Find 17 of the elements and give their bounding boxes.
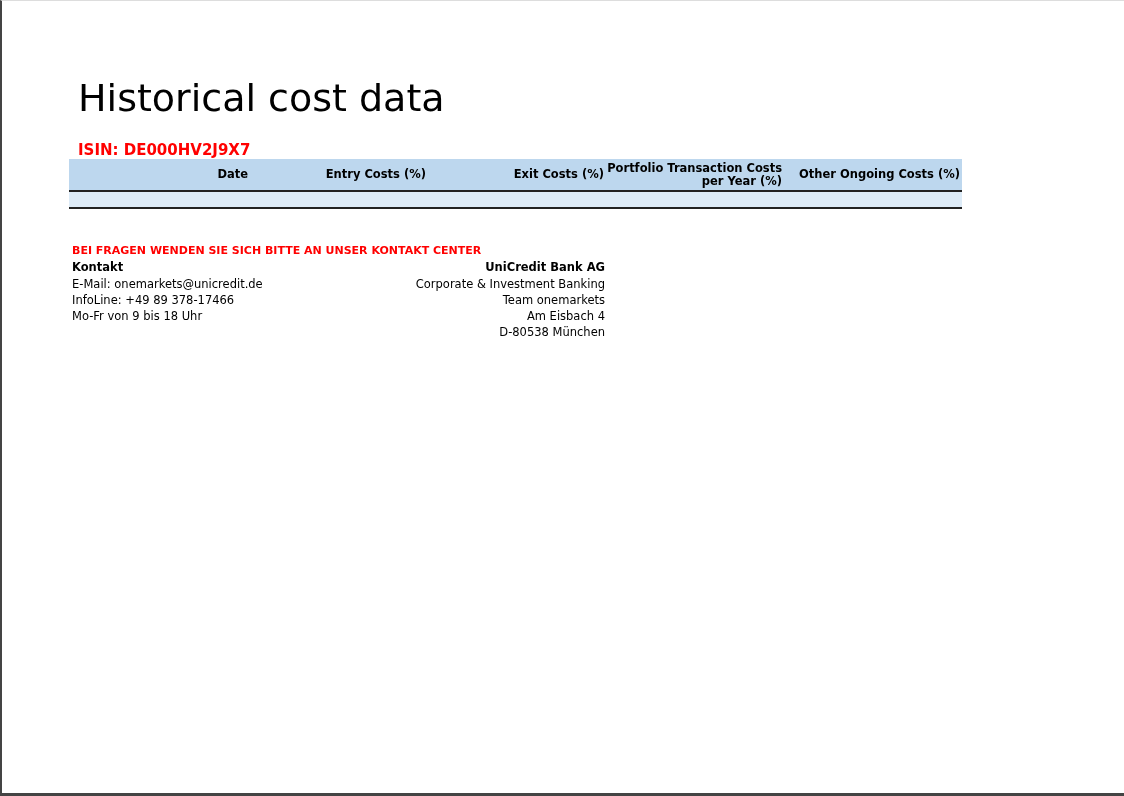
column-header: Date [216, 168, 249, 181]
column-header: Other Ongoing Costs (%) [798, 168, 961, 181]
column-header: Entry Costs (%) [324, 168, 427, 181]
contact-line: Mo-Fr von 9 bis 18 Uhr [72, 308, 203, 325]
contact-line: D-80538 München [499, 324, 605, 341]
contact-line: Corporate & Investment Banking [415, 275, 605, 292]
contact-heading: UniCredit Bank AG [485, 259, 605, 276]
column-header: Portfolio Transaction Costs per Year (%) [606, 161, 783, 188]
column-header: Exit Costs (%) [512, 168, 605, 181]
contact-notice: BEI FRAGEN WENDEN SIE SICH BITTE AN UNSER KONTAKT CENTER [72, 243, 483, 259]
contact-line: Am Eisbach 4 [526, 308, 605, 325]
contact-line: Team onemarkets [502, 291, 605, 309]
contact-heading: Kontakt [72, 259, 124, 276]
page-title: Historical cost data [78, 75, 446, 121]
contact-line: E-Mail: onemarkets@unicredit.de [72, 275, 263, 292]
isin-label: ISIN: DE000HV2J9X7 [78, 141, 252, 159]
contact-line: InfoLine: +49 89 378-17466 [72, 291, 235, 309]
